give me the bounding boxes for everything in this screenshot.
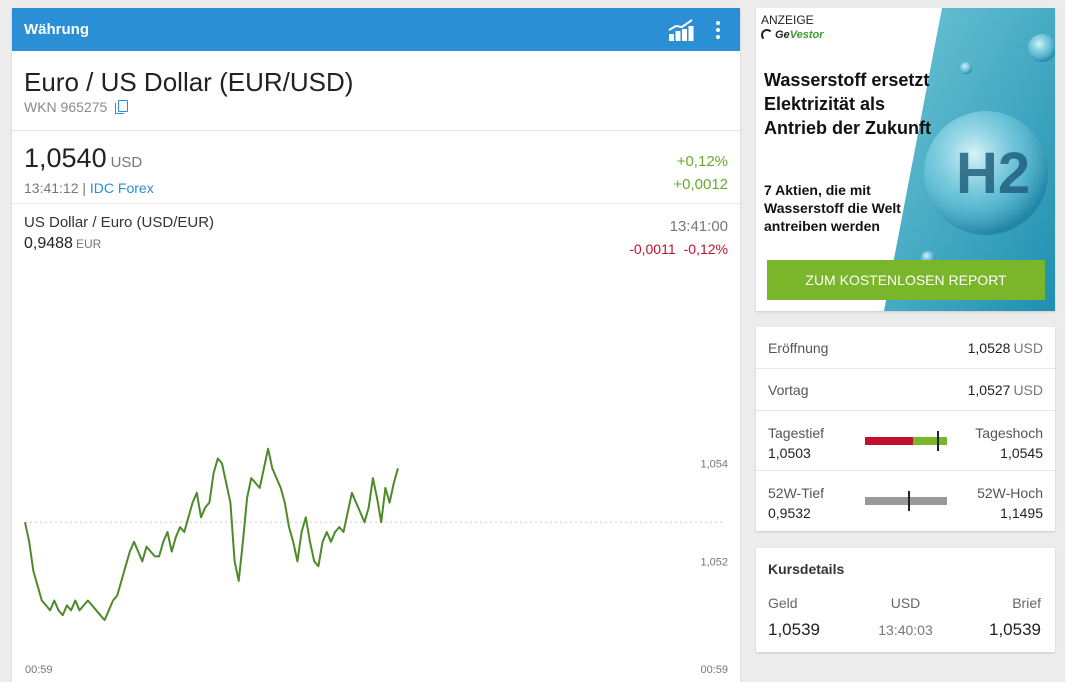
panel-title: Währung [24,21,89,38]
inverse-unit: EUR [75,237,102,251]
price-change: +0,12% +0,0012 [673,150,728,196]
ad-subline: 7 Aktien, die mit Wasserstoff die Welt a… [764,182,901,234]
quote-details: Kursdetails Geld USD Brief 1,0539 13:40:… [756,548,1055,652]
year-high-value: 1,1495 [1000,505,1043,521]
day-range-high-segment [913,437,947,445]
inverse-right: 13:41:00 -0,0011 -0,12% [629,218,728,257]
day-high-value: 1,0545 [1000,445,1043,461]
intraday-chart[interactable]: 1,054 1,052 00:59 00:59 [12,271,740,682]
current-price: 1,0540 USD [24,143,728,178]
wkn-text: WKN 965275 [24,99,108,115]
x-tick-label-start: 00:59 [25,664,53,676]
chart-icon[interactable] [666,15,696,45]
price-block: 1,0540 USD 13:41:12 | IDC Forex +0,12% +0… [12,131,740,204]
copy-icon[interactable] [115,100,129,114]
currency-panel: Währung Euro / US Dollar (EUR/USD) WKN 9… [12,8,740,682]
x-tick-label-end: 00:59 [700,664,728,676]
stat-label: Vortag [768,381,809,398]
inverse-value-number: 0,9488 [24,235,73,252]
day-low-label: Tagestief [768,425,825,441]
price-value: 1,0540 [24,143,107,173]
price-time: 13:41:12 | [24,180,87,196]
year-high-label: 52W-Hoch [977,485,1043,501]
price-series-line [24,447,399,622]
y-tick-label: 1,052 [700,556,728,568]
year-range-bar [865,491,947,511]
year-range-marker [908,491,910,511]
inverse-value: 0,9488 EUR [24,235,728,253]
day-range-row: Tagestief 1,0503 Tageshoch 1,0545 [756,411,1055,471]
brand-suffix: Vestor [789,29,824,41]
y-tick-label: 1,054 [700,458,728,470]
ask-value: 1,0539 [989,620,1041,639]
year-low-label: 52W-Tief [768,485,825,501]
year-range-row: 52W-Tief 0,9532 52W-Hoch 1,1495 [756,471,1055,531]
stat-label: Eröffnung [768,339,829,356]
price-change-pct: +0,12% [676,153,728,170]
gevestor-logo: GeVestor [761,29,824,41]
stat-value: 1,0528 USD [967,339,1043,356]
panel-header: Währung [12,8,740,51]
currency-label: USD [890,595,921,611]
stat-value: 1,0527 USD [967,381,1043,398]
year-range-segment [865,497,947,505]
inverse-time: 13:41:00 [669,218,728,235]
quote-stats: Eröffnung 1,0528 USD Vortag 1,0527 USD Tag… [756,327,1055,531]
day-high-label: Tageshoch [975,425,1043,441]
instrument-name: Euro / US Dollar (EUR/USD) [24,67,354,97]
advertisement[interactable]: H2 ANZEIGE GeVestor Wasserstoff ersetzt … [756,8,1055,311]
logo-swoosh-icon [761,29,773,41]
details-title: Kursdetails [768,561,845,577]
inverse-change: -0,0011 -0,12% [629,241,728,257]
ad-report-button[interactable]: ZUM KOSTENLOSEN REPORT [767,260,1045,300]
inverse-change-abs: -0,0011 [629,241,676,257]
brand-prefix: Ge [775,29,790,41]
inverse-change-pct: -0,12% [683,241,728,257]
day-low-value: 1,0503 [768,445,811,461]
stat-row-prev: Vortag 1,0527 USD [756,369,1055,411]
ad-headline: Wasserstoff ersetzt Elektrizität als Ant… [764,70,931,138]
price-source-link[interactable]: IDC Forex [90,180,154,196]
day-range-low-segment [865,437,913,445]
year-low-value: 0,9532 [768,505,811,521]
more-vert-icon[interactable] [708,15,728,45]
ad-image-text: H2 [956,141,1030,206]
price-unit: USD [110,154,143,171]
price-timestamp: 13:41:12 | IDC Forex [24,180,728,196]
ask-label: Brief [1012,595,1041,611]
price-change-abs: +0,0012 [673,176,728,193]
inverse-title: US Dollar / Euro (USD/EUR) [24,214,215,231]
ad-label: ANZEIGE [761,13,814,27]
day-range-bar [865,431,947,451]
inverse-rate-block: US Dollar / Euro (USD/EUR) 0,9488 EUR 13:… [12,204,740,264]
stat-row-open: Eröffnung 1,0528 USD [756,327,1055,369]
day-range-marker [937,431,939,451]
instrument-title-block: Euro / US Dollar (EUR/USD) WKN 965275 [12,51,740,131]
wkn-row: WKN 965275 [24,99,728,115]
